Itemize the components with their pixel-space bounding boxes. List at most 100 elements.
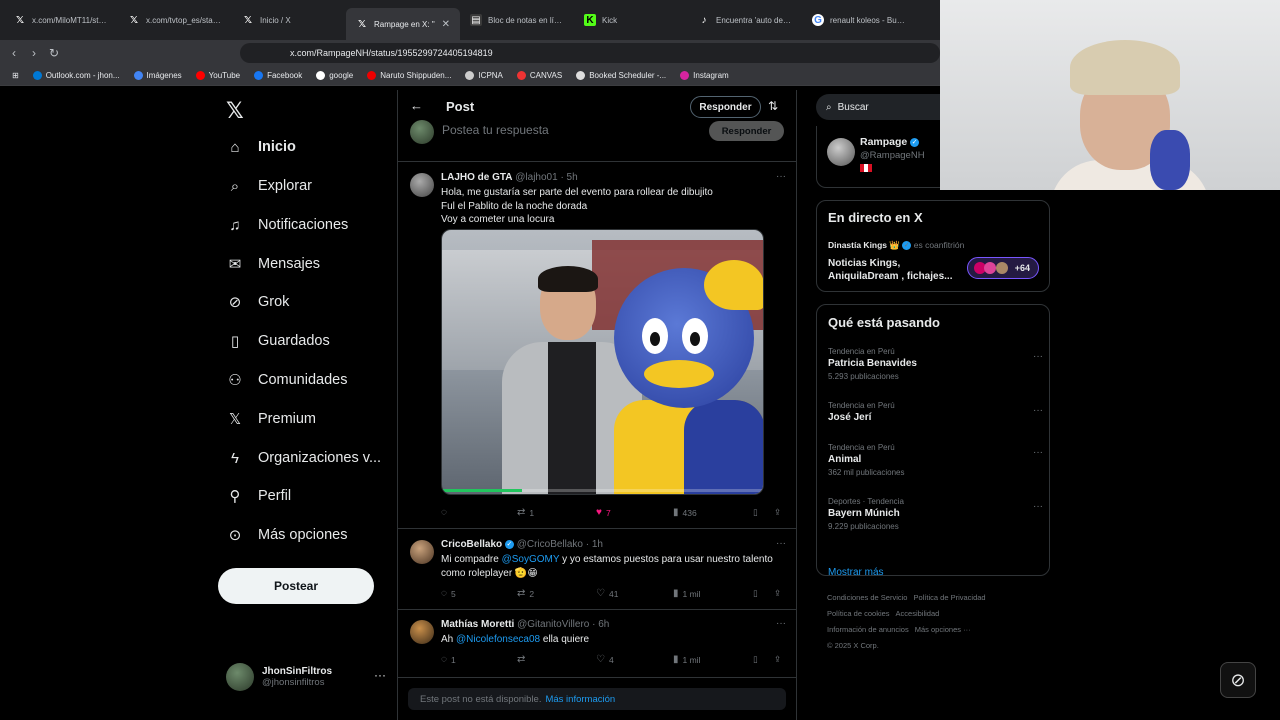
more-dots-icon[interactable]: ··· xyxy=(1033,447,1043,458)
bookmark-item[interactable]: Imágenes xyxy=(128,71,188,80)
avatar[interactable] xyxy=(410,540,434,564)
browser-tab-active[interactable]: 𝕏 Rampage en X: " ✕ xyxy=(346,8,460,40)
forward-arrow-icon[interactable]: › xyxy=(24,46,44,60)
more-dots-icon[interactable]: ··· xyxy=(1033,351,1043,362)
trend-item[interactable]: Tendencia en Perú José Jerí ··· xyxy=(828,401,1043,426)
sidebar-item-premium[interactable]: 𝕏 Premium xyxy=(226,404,316,434)
bookmark-icon[interactable]: ▯ xyxy=(753,507,758,518)
video-progress-bar[interactable] xyxy=(442,489,763,492)
retweet-action[interactable]: ⇄ 1 xyxy=(517,507,534,518)
views-action[interactable]: ▮ 1 mil xyxy=(673,588,700,599)
bookmark-item[interactable]: ICPNA xyxy=(459,71,508,80)
more-dots-icon[interactable]: ··· xyxy=(776,618,786,629)
reply-action[interactable]: ◌ xyxy=(441,507,451,518)
bookmark-item[interactable]: Naruto Shippuden... xyxy=(361,71,457,80)
trend-item[interactable]: Tendencia en Perú Animal 362 mil publicaci… xyxy=(828,443,1043,477)
verified-badge-icon: ✓ xyxy=(504,539,514,549)
reload-icon[interactable]: ↻ xyxy=(44,46,64,60)
tweet[interactable]: CricoBellako ✓ @CricoBellako · 1h ··· Mi… xyxy=(398,530,796,610)
scrollbar[interactable] xyxy=(1272,190,1278,720)
browser-tab[interactable]: 𝕏 Inicio / X xyxy=(232,6,346,34)
reply-button[interactable]: Responder xyxy=(690,96,761,118)
show-more-link[interactable]: Mostrar más xyxy=(828,567,884,578)
share-icon[interactable]: ⇪ xyxy=(774,507,781,518)
browser-tab[interactable]: K Kick xyxy=(574,6,688,34)
google-icon xyxy=(133,71,143,80)
bar-chart-icon: ▮ xyxy=(673,654,679,665)
heart-icon: ♡ xyxy=(596,654,605,665)
more-dots-icon[interactable]: ··· xyxy=(776,538,786,549)
reply-input[interactable]: Postea tu respuesta xyxy=(442,123,549,137)
back-arrow-icon[interactable]: ← xyxy=(410,98,423,113)
views-action[interactable]: ▮ 436 xyxy=(673,507,697,518)
avatar[interactable] xyxy=(410,620,434,644)
trend-item[interactable]: Tendencia en Perú Patricia Benavides 5.293… xyxy=(828,347,1043,381)
retweet-action[interactable]: ⇄ xyxy=(517,654,529,665)
bookmark-item[interactable]: Instagram xyxy=(674,71,735,80)
verified-badge-icon: ✓ xyxy=(902,241,912,251)
sidebar-item-messages[interactable]: ✉ Mensajes xyxy=(226,249,320,279)
more-dots-icon[interactable]: ··· xyxy=(1033,501,1043,512)
browser-tab[interactable]: Grenault koleos - Busca... xyxy=(802,6,916,34)
tweet-video[interactable] xyxy=(441,229,764,495)
apps-grid-icon[interactable]: ⊞ xyxy=(6,71,25,80)
sidebar-item-organizations[interactable]: ϟ Organizaciones v... xyxy=(226,443,381,473)
grok-icon[interactable]: ⊘ xyxy=(1220,662,1256,698)
more-dots-icon[interactable]: ··· xyxy=(1033,405,1043,416)
bookmark-icon[interactable]: ▯ xyxy=(753,588,758,599)
browser-tab[interactable]: 𝕏x.com/MiloMT11/stat... xyxy=(4,6,118,34)
search-icon: ⌕ xyxy=(826,101,832,113)
retweet-action[interactable]: ⇄ 2 xyxy=(517,588,534,599)
trend-item[interactable]: Deportes · Tendencia Bayern Múnich 9.229 p… xyxy=(828,497,1043,531)
share-icon[interactable]: ⇪ xyxy=(774,588,781,599)
sidebar-item-explore[interactable]: ⌕ Explorar xyxy=(226,171,312,201)
bookmark-item[interactable]: Booked Scheduler -... xyxy=(570,71,672,80)
lightning-icon: ϟ xyxy=(231,449,239,467)
bookmark-icon[interactable]: ▯ xyxy=(753,654,758,665)
bookmark-item[interactable]: Outlook.com - jhon... xyxy=(27,71,126,80)
bookmark-item[interactable]: Facebook xyxy=(248,71,308,80)
share-icon[interactable]: ⇪ xyxy=(774,654,781,665)
live-card[interactable]: En directo en X Dinastía Kings 👑 ✓ es co… xyxy=(816,200,1050,292)
browser-tab[interactable]: ▤ Bloc de notas en línea xyxy=(460,6,574,34)
sidebar-item-communities[interactable]: ⚇ Comunidades xyxy=(226,365,347,395)
views-action[interactable]: ▮ 1 mil xyxy=(673,654,700,665)
x-logo-icon[interactable]: 𝕏 xyxy=(226,98,244,124)
submit-reply-button[interactable]: Responder xyxy=(709,121,784,141)
tweet[interactable]: LAJHO de GTA @lajho01 · 5h ··· Hola, me … xyxy=(398,163,796,529)
avatar xyxy=(984,262,996,274)
bookmark-item[interactable]: CANVAS xyxy=(511,71,568,80)
reply-action[interactable]: ◌ 5 xyxy=(441,588,456,599)
sliders-icon[interactable]: ⇅ xyxy=(768,99,778,113)
like-action[interactable]: ♡ 4 xyxy=(596,654,614,665)
tweet[interactable]: Mathías Moretti @GitanitoVillero · 6h ··… xyxy=(398,610,796,678)
browser-tab[interactable]: ♪ Encuentra 'auto de se... xyxy=(688,6,802,34)
envelope-icon: ✉ xyxy=(228,256,242,273)
tweet-actions: ◌ 1 ⇄ ♡ 4 ▮ 1 mil ▯ ⇪ xyxy=(441,654,786,668)
reply-action[interactable]: ◌ 1 xyxy=(441,654,456,665)
page-title: Post xyxy=(446,99,475,114)
account-switcher[interactable]: JhonSinFiltros @jhonsinfiltros ··· xyxy=(226,660,386,694)
like-action[interactable]: ♥ 7 xyxy=(596,507,611,518)
post-button[interactable]: Postear xyxy=(218,568,374,604)
x-logo-icon: 𝕏 xyxy=(228,411,242,428)
close-tab-icon[interactable]: ✕ xyxy=(442,19,450,30)
bookmark-item[interactable]: YouTube xyxy=(190,71,246,80)
avatar xyxy=(996,262,1008,274)
sidebar-item-profile[interactable]: ⚲ Perfil xyxy=(226,481,292,511)
like-action[interactable]: ♡ 41 xyxy=(596,588,618,599)
sidebar-item-bookmarks[interactable]: ▯ Guardados xyxy=(226,326,330,356)
bookmark-item[interactable]: google xyxy=(310,71,359,80)
sidebar-item-grok[interactable]: ⊘ Grok xyxy=(226,287,290,317)
back-arrow-icon[interactable]: ‹ xyxy=(4,46,24,60)
browser-tab[interactable]: 𝕏x.com/tvtop_es/statu... xyxy=(118,6,232,34)
avatar[interactable] xyxy=(410,173,434,197)
kick-logo-icon: K xyxy=(584,14,596,26)
more-dots-icon[interactable]: ··· xyxy=(776,171,786,182)
url-field[interactable]: x.com/RampageNH/status/19552997244051948… xyxy=(240,43,940,63)
more-info-link[interactable]: Más información xyxy=(545,694,615,705)
sidebar-item-more[interactable]: ⊙ Más opciones xyxy=(226,520,348,550)
sidebar-item-home[interactable]: ⌂ Inicio xyxy=(226,132,295,162)
sidebar-item-notifications[interactable]: ♫ Notificaciones xyxy=(226,210,348,240)
listeners-pill[interactable]: +64 xyxy=(967,257,1039,279)
